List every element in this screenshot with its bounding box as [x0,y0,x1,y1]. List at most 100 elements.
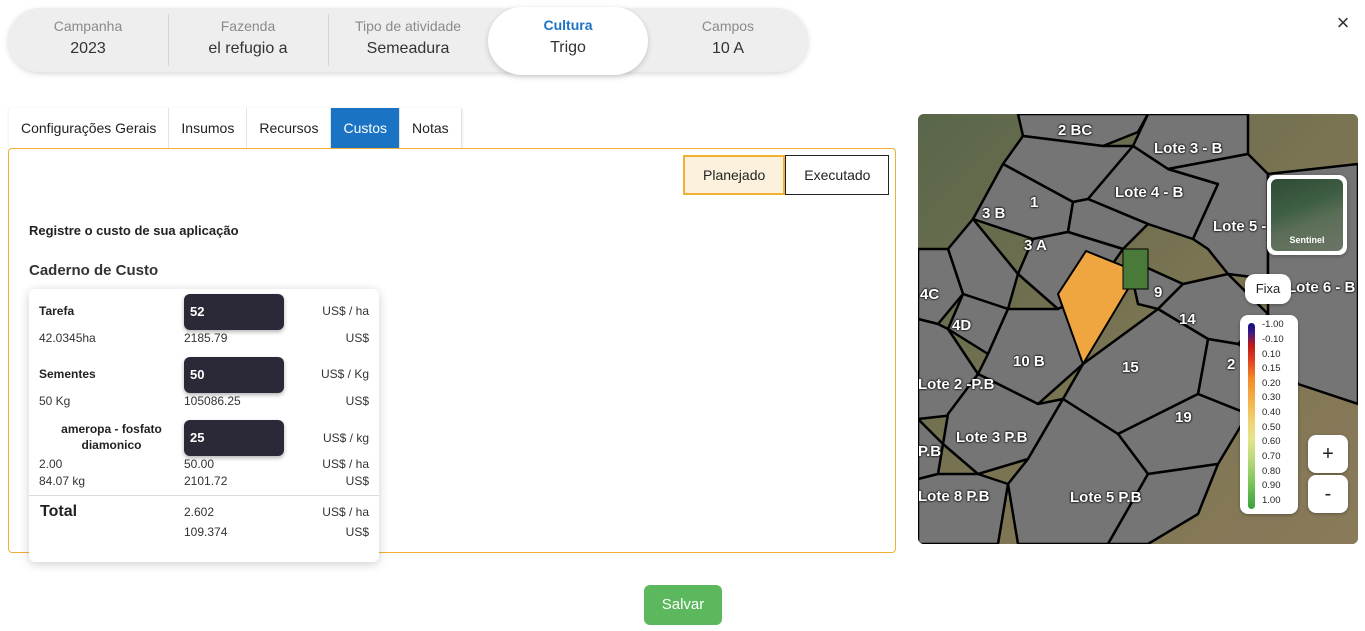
tab-resources[interactable]: Recursos [247,108,332,148]
step-value: Semeadura [366,40,450,57]
field-label: 2 BC [1058,122,1093,139]
legend-tick: 0.30 [1262,392,1281,403]
input-total: 2101.72 [184,474,228,488]
input-unit: US$ / kg [322,431,369,445]
tab-costs[interactable]: Custos [331,108,401,148]
input-product-label: ameropa - fosfato diamonico [61,422,162,452]
step-campaign[interactable]: Campanha 2023 [8,8,168,72]
step-label: Fazenda [220,18,276,34]
input-total-unit: US$ [345,474,369,488]
total-label: Total [40,503,78,520]
total-per-ha-unit: US$ / ha [322,505,369,519]
section-subtitle: Registre o custo de sua aplicação [29,223,239,238]
zoom-in-button[interactable]: + [1308,435,1348,473]
divider [29,495,379,496]
step-crop[interactable]: Cultura Trigo [488,7,648,75]
legend-tick: 0.80 [1262,466,1281,477]
field-label: Lote 3 P.B [956,429,1028,446]
field-label: 19 [1175,409,1192,426]
layer-name: Sentinel [1289,235,1325,245]
executed-button[interactable]: Executado [785,155,890,195]
field-label: 3 B [982,205,1006,222]
seeds-total: 105086.25 [184,394,241,408]
task-total: 2185.79 [184,331,228,345]
total-sum-unit: US$ [345,525,369,539]
step-label: Campanha [53,18,123,34]
field-label: Lote 4 - B [1115,184,1184,201]
legend-tick: 0.15 [1262,363,1281,374]
input-qty: 84.07 kg [39,474,86,488]
field-map[interactable]: 2 BC Lote 3 - B Lote 4 - B 1 3 B 3 A Lot… [918,114,1358,544]
step-farm[interactable]: Fazenda el refugio a [168,8,328,72]
cost-notebook-title: Caderno de Custo [29,262,159,279]
field-label: 4C [920,286,940,303]
field-label: 3 A [1024,237,1047,254]
field-label: 14 [1179,311,1196,328]
field-label: 15 [1122,359,1139,376]
field-label: 1 [1030,194,1039,211]
tab-notes[interactable]: Notas [400,108,462,148]
seeds-cost-input[interactable]: 50 [184,357,284,393]
seeds-total-unit: US$ [345,394,369,408]
legend-tick: 0.70 [1262,451,1281,462]
field-label: Lote 5 - [1213,218,1267,235]
field-label: Lote 3 - B [1154,140,1223,157]
seeds-unit: US$ / Kg [320,367,369,381]
total-sum: 109.374 [184,525,228,539]
field-label: Lote 5 P.B [1070,489,1142,506]
total-per-ha: 2.602 [184,505,215,519]
ndvi-legend: -1.00 -0.10 0.10 0.15 0.20 0.30 0.40 0.5… [1240,315,1298,514]
tab-general-settings[interactable]: Configurações Gerais [9,108,170,148]
input-dose-cost: 50.00 [184,457,215,471]
plan-toggle: Planejado Executado [683,155,890,195]
legend-tick: -0.10 [1262,334,1284,345]
field-label: 10 B [1013,353,1045,370]
field-label: Lote 2 -P.B [918,376,995,393]
legend-tick: 1.00 [1262,495,1281,506]
legend-tick: 0.50 [1262,422,1281,433]
legend-tick: 0.40 [1262,407,1281,418]
task-cost-input[interactable]: 52 [184,294,284,330]
input-dose-unit: US$ / ha [322,457,369,471]
zoom-out-button[interactable]: - [1308,475,1348,513]
close-icon[interactable]: × [1333,12,1353,34]
field-label: 4D [952,317,972,334]
seeds-label: Sementes [39,367,96,381]
input-cost-input[interactable]: 25 [184,420,284,456]
field-label: 9 [1154,284,1163,301]
step-label: Tipo de atividade [354,18,462,34]
task-unit: US$ / ha [322,304,369,318]
sentinel-thumbnail: Sentinel [1271,179,1343,251]
step-value: 2023 [70,40,106,57]
step-activity-type[interactable]: Tipo de atividade Semeadura [328,8,488,72]
legend-tick: 0.90 [1262,480,1281,491]
step-label: Cultura [543,17,593,33]
field-label: Lote 6 - B [1287,279,1356,296]
scale-mode-button[interactable]: Fixa [1245,274,1291,304]
tab-inputs[interactable]: Insumos [169,108,248,148]
cost-notebook-card: Tarefa 52 US$ / ha 42.0345ha 2185.79 US$… [29,289,379,562]
tab-bar: Configurações Gerais Insumos Recursos Cu… [9,108,462,148]
legend-tick: -1.00 [1262,319,1284,330]
field-label: P.B [918,443,942,460]
wizard-step-bar: Campanha 2023 Fazenda el refugio a Tipo … [8,7,808,75]
planned-button[interactable]: Planejado [683,155,786,195]
step-label: Campos [701,18,755,34]
layer-selector[interactable]: Sentinel [1267,175,1347,255]
task-total-unit: US$ [345,331,369,345]
task-area: 42.0345ha [39,331,96,345]
step-value: el refugio a [208,40,288,57]
step-value: Trigo [550,39,586,56]
seeds-qty: 50 Kg [39,394,71,408]
input-dose: 2.00 [39,457,63,471]
legend-tick: 0.60 [1262,436,1281,447]
save-button[interactable]: Salvar [644,585,722,625]
step-fields[interactable]: Campos 10 A [648,8,808,72]
task-label: Tarefa [39,304,75,318]
legend-tick: 0.20 [1262,378,1281,389]
field-label: Lote 8 P.B [918,488,990,505]
legend-gradient [1248,323,1255,509]
field-label: 2 [1227,356,1236,373]
legend-tick: 0.10 [1262,349,1281,360]
step-value: 10 A [711,40,745,57]
